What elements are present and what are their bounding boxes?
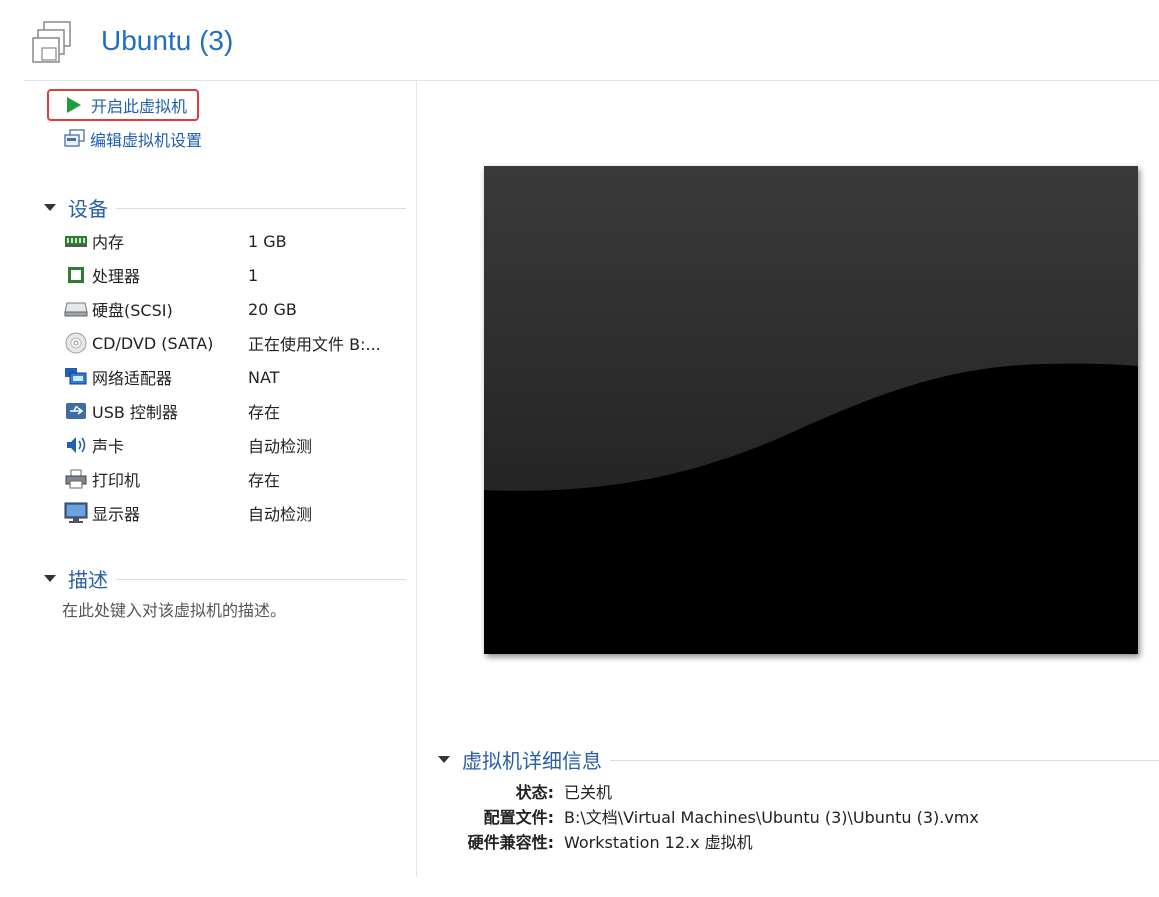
title-divider [24,80,1159,81]
description-section-header[interactable]: 描述 [40,565,406,592]
play-icon [63,94,85,116]
devices-section-header[interactable]: 设备 [40,194,406,221]
sound-card-icon [64,435,88,455]
description-text[interactable]: 在此处键入对该虚拟机的描述。 [62,597,286,621]
vm-title-bar: Ubuntu (3) [0,0,1159,80]
device-name: 显示器 [92,505,141,524]
detail-row-state: 状态: 已关机 [434,779,612,803]
vm-details-section-header[interactable]: 虚拟机详细信息 [434,746,1159,773]
detail-value[interactable]: B:\文档\Virtual Machines\Ubuntu (3)\Ubuntu… [564,804,979,828]
device-name: 内存 [92,233,125,252]
device-value: 1 GB [248,231,287,251]
device-value: 存在 [248,471,281,490]
device-name: USB 控制器 [92,403,178,422]
device-value: 存在 [248,403,281,422]
edit-settings-label: 编辑虚拟机设置 [90,131,203,150]
device-row-printer[interactable]: 打印机 存在 [64,466,404,492]
device-value: 1 [248,265,259,285]
detail-label: 状态: [515,783,554,802]
devices-title: 设备 [68,196,108,221]
detail-label: 配置文件: [483,808,554,827]
collapse-triangle-icon [44,574,56,582]
edit-settings-button[interactable]: 编辑虚拟机设置 [64,125,202,153]
detail-value: Workstation 12.x 虚拟机 [564,833,753,852]
section-rule [610,759,1159,761]
device-name: 网络适配器 [92,369,173,388]
hard-disk-icon [64,299,88,319]
device-name: 打印机 [92,471,141,490]
detail-row-hardware-compatibility: 硬件兼容性: Workstation 12.x 虚拟机 [434,829,753,853]
device-row-sound-card[interactable]: 声卡 自动检测 [64,432,404,458]
device-name: 处理器 [92,267,141,286]
device-name: 声卡 [92,437,125,456]
detail-label: 硬件兼容性: [467,833,554,852]
collapse-triangle-icon [438,755,450,763]
section-rule [116,578,406,580]
device-row-usb[interactable]: USB 控制器 存在 [64,398,404,424]
device-row-processor[interactable]: 处理器 1 [64,262,404,288]
printer-icon [64,469,88,489]
device-value: 自动检测 [248,505,313,524]
device-row-network-adapter[interactable]: 网络适配器 NAT [64,364,404,390]
device-row-memory[interactable]: 内存 1 GB [64,228,404,254]
panel-divider [416,80,417,877]
processor-icon [64,265,88,285]
vm-icon [32,20,80,72]
memory-icon [64,231,88,251]
device-row-hard-disk[interactable]: 硬盘(SCSI) 20 GB [64,296,404,322]
device-value: 20 GB [248,299,297,319]
device-row-display[interactable]: 显示器 自动检测 [64,500,404,526]
vm-details-title: 虚拟机详细信息 [462,748,602,773]
device-row-cd-dvd[interactable]: CD/DVD (SATA) 正在使用文件 B:... [64,330,404,356]
power-on-label: 开启此虚拟机 [91,97,188,116]
network-adapter-icon [64,367,88,387]
detail-value: 已关机 [564,783,613,802]
display-icon [64,502,88,523]
detail-row-config-file: 配置文件: B:\文档\Virtual Machines\Ubuntu (3)\… [434,804,979,828]
device-value: NAT [248,367,280,387]
device-name: CD/DVD (SATA) [92,333,214,353]
section-rule [116,207,406,209]
device-value: 正在使用文件 B:... [248,335,381,354]
description-title: 描述 [68,567,108,592]
collapse-triangle-icon [44,203,56,211]
device-name: 硬盘(SCSI) [92,301,173,320]
device-value: 自动检测 [248,437,313,456]
power-on-button[interactable]: 开启此虚拟机 [47,89,200,121]
usb-icon [64,401,88,421]
vm-preview-thumbnail[interactable] [484,166,1138,654]
page-title: Ubuntu (3) [101,25,234,56]
cd-dvd-icon [64,332,88,354]
settings-icon [64,128,86,150]
